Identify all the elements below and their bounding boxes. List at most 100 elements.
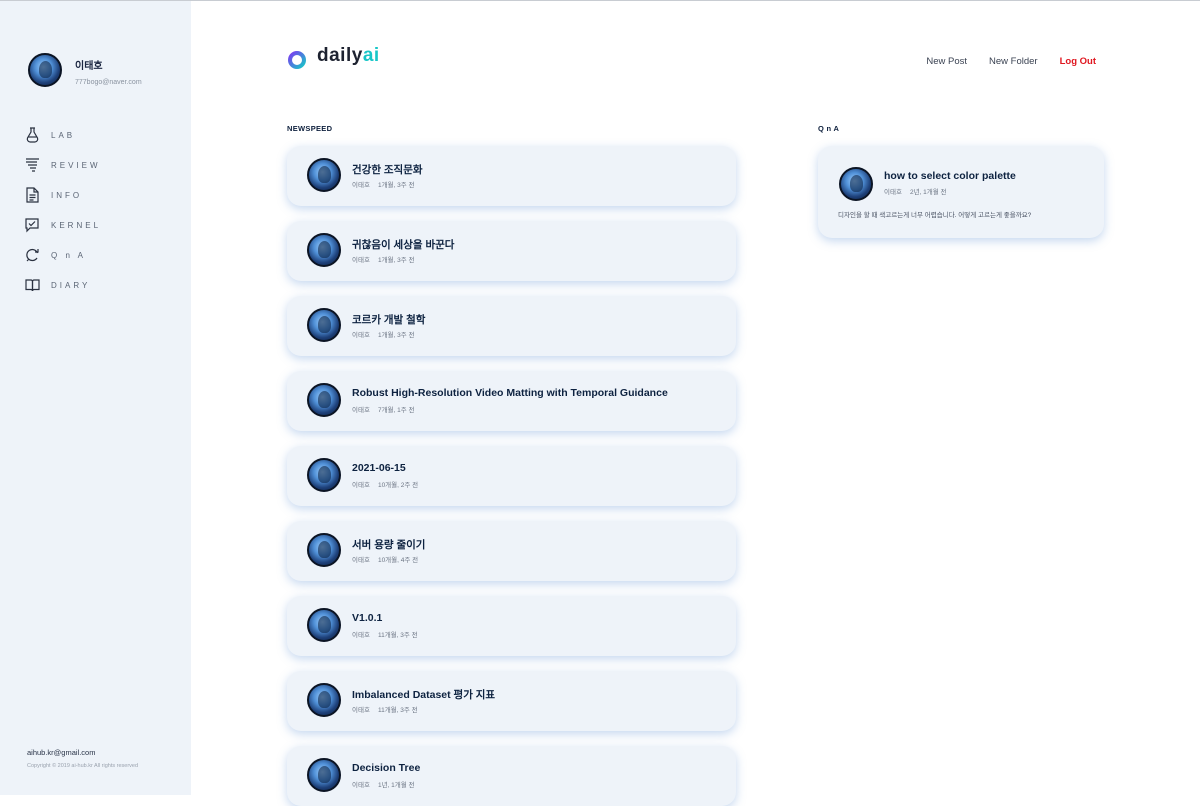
logout-link[interactable]: Log Out bbox=[1060, 56, 1096, 67]
sidebar-item-kernel[interactable]: KERNEL bbox=[25, 210, 101, 240]
sidebar-item-diary[interactable]: DIARY bbox=[25, 270, 101, 300]
post-card[interactable]: 2021-06-15 이태호 10개월, 2주 전 bbox=[287, 446, 736, 506]
sidebar-item-label: REVIEW bbox=[51, 160, 101, 170]
newsfeed-title: NEWSPEED bbox=[287, 124, 333, 133]
post-card[interactable]: V1.0.1 이태호 11개월, 3주 전 bbox=[287, 596, 736, 656]
logo-text-prefix: daily bbox=[317, 45, 363, 66]
timestamp: 7개월, 1주 전 bbox=[377, 407, 415, 414]
author: 이태호 bbox=[352, 632, 370, 639]
author: 이태호 bbox=[352, 707, 370, 714]
sidebar-item-label: DIARY bbox=[51, 280, 91, 290]
document-icon bbox=[25, 187, 40, 203]
post-meta: 이태호 1개월, 3주 전 bbox=[352, 179, 415, 189]
author: 이태호 bbox=[352, 482, 370, 489]
avatar bbox=[28, 53, 62, 87]
timestamp: 2년, 1개월 전 bbox=[909, 189, 947, 196]
book-icon bbox=[25, 277, 40, 293]
new-post-link[interactable]: New Post bbox=[926, 56, 967, 67]
author: 이태호 bbox=[352, 782, 370, 789]
post-meta: 이태호 1년, 1개월 전 bbox=[352, 779, 415, 789]
post-title: 2021-06-15 bbox=[352, 462, 406, 474]
flask-icon bbox=[25, 127, 40, 143]
post-meta: 이태호 1개월, 3주 전 bbox=[352, 329, 415, 339]
sidebar-nav: LAB REVIEW INFO KERNEL Q n A DIARY bbox=[25, 120, 101, 300]
qna-card[interactable]: how to select color palette 이태호 2년, 1개월 전… bbox=[818, 146, 1104, 238]
post-title: V1.0.1 bbox=[352, 612, 383, 624]
post-title: 서버 용량 줄이기 bbox=[352, 539, 426, 551]
user-profile[interactable]: 이태호 777bogo@naver.com bbox=[28, 53, 142, 87]
avatar bbox=[307, 608, 341, 642]
post-card[interactable]: 서버 용량 줄이기이태호 10개월, 4주 전 bbox=[287, 521, 736, 581]
sidebar-item-info[interactable]: INFO bbox=[25, 180, 101, 210]
profile-info: 이태호 777bogo@naver.com bbox=[75, 57, 142, 86]
qna-card-title: how to select color palette bbox=[884, 170, 1016, 182]
timestamp: 11개월, 3주 전 bbox=[377, 707, 418, 714]
author: 이태호 bbox=[352, 182, 370, 189]
timestamp: 10개월, 2주 전 bbox=[377, 482, 419, 489]
post-meta: 이태호 11개월, 3주 전 bbox=[352, 704, 418, 714]
timestamp: 11개월, 3주 전 bbox=[377, 632, 418, 639]
post-card[interactable]: 코르카 개발 철학이태호 1개월, 3주 전 bbox=[287, 296, 736, 356]
sidebar-item-label: KERNEL bbox=[51, 220, 102, 230]
logo-mark-icon bbox=[287, 42, 309, 70]
post-title: 건강한 조직문화 bbox=[352, 164, 423, 176]
post-card[interactable]: Robust High-Resolution Video Matting wit… bbox=[287, 371, 736, 431]
sidebar-footer: aihub.kr@gmail.com Copyright © 2019 ai-h… bbox=[27, 748, 138, 769]
author: 이태호 bbox=[884, 189, 902, 196]
timestamp: 1개월, 3주 전 bbox=[377, 182, 415, 189]
post-meta: 이태호 10개월, 2주 전 bbox=[352, 479, 418, 489]
avatar bbox=[307, 308, 341, 342]
post-card[interactable]: Imbalanced Dataset 평가 지표이태호 11개월, 3주 전 bbox=[287, 671, 736, 731]
avatar bbox=[307, 758, 341, 792]
timestamp: 1개월, 3주 전 bbox=[377, 332, 415, 339]
copyright: Copyright © 2019 ai-hub.kr All rights re… bbox=[27, 763, 139, 769]
avatar bbox=[307, 383, 341, 417]
sidebar-item-label: INFO bbox=[51, 190, 83, 200]
author: 이태호 bbox=[352, 257, 370, 264]
qna-title: Q n A bbox=[818, 124, 840, 133]
new-folder-link[interactable]: New Folder bbox=[989, 56, 1038, 67]
qna-card-body: 디자인을 할 때 색고르는게 너무 어렵습니다. 어떻게 고르는게 좋을까요? bbox=[838, 212, 1032, 219]
timestamp: 1개월, 3주 전 bbox=[377, 257, 415, 264]
avatar bbox=[839, 167, 873, 201]
qna-card-meta: 이태호 2년, 1개월 전 bbox=[884, 186, 947, 196]
post-meta: 이태호 1개월, 3주 전 bbox=[352, 254, 415, 264]
sidebar: 이태호 777bogo@naver.com LAB REVIEW INFO KE… bbox=[0, 1, 191, 795]
post-title: Robust High-Resolution Video Matting wit… bbox=[352, 387, 668, 399]
avatar bbox=[307, 533, 341, 567]
top-nav: New Post New Folder Log Out bbox=[904, 56, 1096, 67]
post-title: 귀찮음이 세상을 바꾼다 bbox=[352, 239, 455, 251]
post-meta: 이태호 10개월, 4주 전 bbox=[352, 554, 418, 564]
post-title: Imbalanced Dataset 평가 지표 bbox=[352, 689, 496, 701]
avatar bbox=[307, 233, 341, 267]
timestamp: 10개월, 4주 전 bbox=[377, 557, 419, 564]
profile-email: 777bogo@naver.com bbox=[75, 79, 142, 86]
contact-email[interactable]: aihub.kr@gmail.com bbox=[27, 748, 138, 757]
avatar bbox=[307, 158, 341, 192]
post-title: Decision Tree bbox=[352, 762, 421, 774]
profile-name: 이태호 bbox=[75, 61, 103, 72]
refresh-chat-icon bbox=[25, 247, 40, 263]
sidebar-item-qna[interactable]: Q n A bbox=[25, 240, 101, 270]
post-card[interactable]: Decision Tree 이태호 1년, 1개월 전 bbox=[287, 746, 736, 806]
logo-text: dailyai bbox=[317, 45, 380, 67]
filter-lines-icon bbox=[25, 157, 40, 173]
check-chat-icon bbox=[25, 217, 40, 233]
sidebar-item-label: LAB bbox=[51, 130, 76, 140]
avatar bbox=[307, 683, 341, 717]
post-title: 코르카 개발 철학 bbox=[352, 314, 426, 326]
author: 이태호 bbox=[352, 407, 370, 414]
brand-logo[interactable]: dailyai bbox=[287, 42, 380, 70]
sidebar-item-lab[interactable]: LAB bbox=[25, 120, 101, 150]
author: 이태호 bbox=[352, 332, 370, 339]
post-meta: 이태호 11개월, 3주 전 bbox=[352, 629, 418, 639]
post-meta: 이태호 7개월, 1주 전 bbox=[352, 404, 415, 414]
sidebar-item-label: Q n A bbox=[51, 250, 87, 260]
post-card[interactable]: 귀찮음이 세상을 바꾼다이태호 1개월, 3주 전 bbox=[287, 221, 736, 281]
author: 이태호 bbox=[352, 557, 370, 564]
avatar bbox=[307, 458, 341, 492]
timestamp: 1년, 1개월 전 bbox=[377, 782, 415, 789]
sidebar-item-review[interactable]: REVIEW bbox=[25, 150, 101, 180]
post-card[interactable]: 건강한 조직문화이태호 1개월, 3주 전 bbox=[287, 146, 736, 206]
logo-text-suffix: ai bbox=[362, 45, 380, 66]
